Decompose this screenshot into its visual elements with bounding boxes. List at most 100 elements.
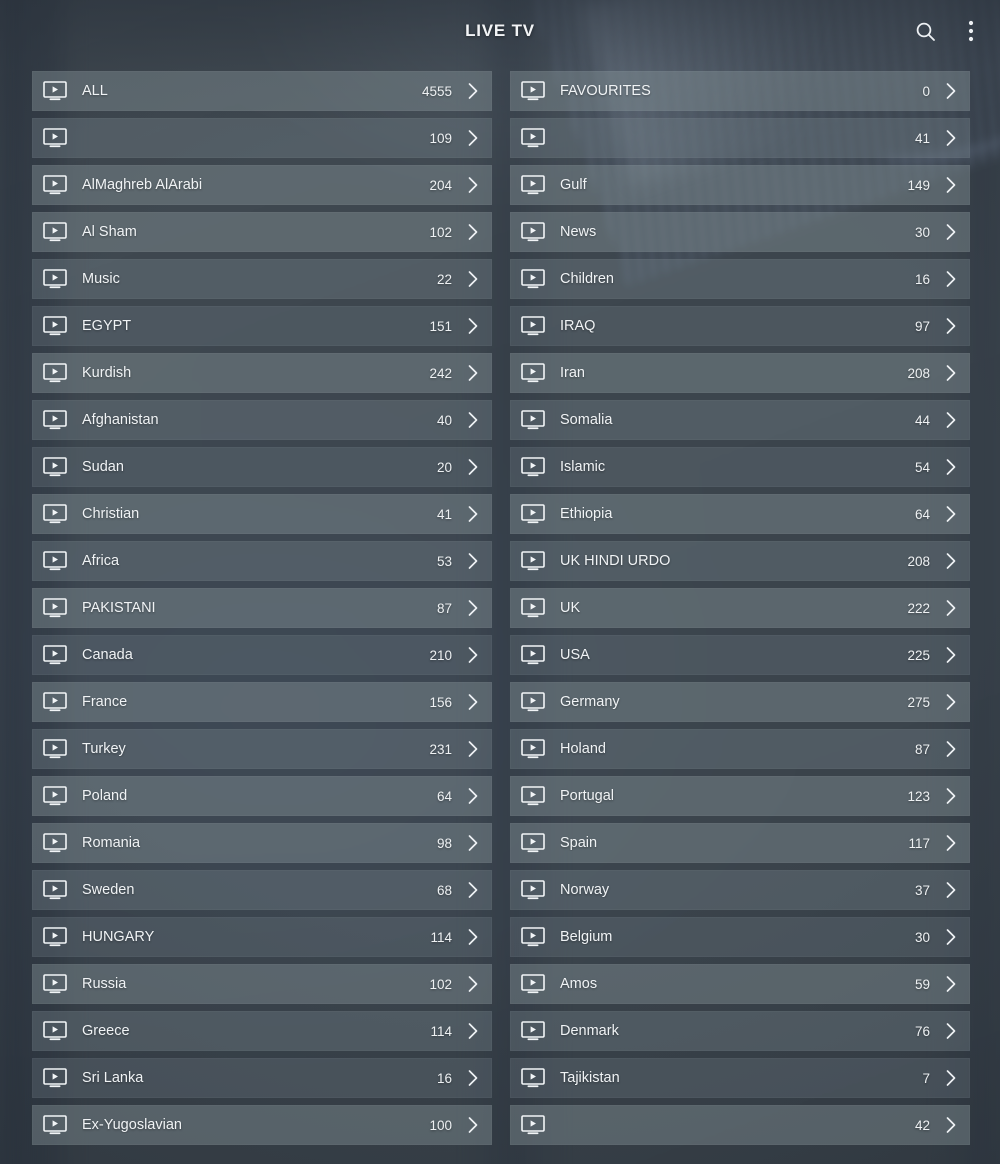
chevron-right-icon[interactable] xyxy=(944,787,958,805)
chevron-right-icon[interactable] xyxy=(466,646,480,664)
category-row[interactable]: Greece 114 xyxy=(32,1011,492,1051)
chevron-right-icon[interactable] xyxy=(944,505,958,523)
chevron-right-icon[interactable] xyxy=(944,834,958,852)
chevron-right-icon[interactable] xyxy=(466,1069,480,1087)
chevron-right-icon[interactable] xyxy=(466,270,480,288)
chevron-right-icon[interactable] xyxy=(944,458,958,476)
chevron-right-icon[interactable] xyxy=(466,693,480,711)
category-row[interactable]: Holand 87 xyxy=(510,729,970,769)
category-row[interactable]: 109 xyxy=(32,118,492,158)
search-button[interactable] xyxy=(910,16,940,46)
chevron-right-icon[interactable] xyxy=(466,176,480,194)
category-row[interactable]: Al Sham 102 xyxy=(32,212,492,252)
category-row[interactable]: Sri Lanka 16 xyxy=(32,1058,492,1098)
category-count: 44 xyxy=(914,412,930,428)
chevron-right-icon[interactable] xyxy=(466,740,480,758)
chevron-right-icon[interactable] xyxy=(466,834,480,852)
category-count: 30 xyxy=(914,929,930,945)
chevron-right-icon[interactable] xyxy=(944,82,958,100)
category-row[interactable]: Canada 210 xyxy=(32,635,492,675)
category-row[interactable]: Sudan 20 xyxy=(32,447,492,487)
category-count: 16 xyxy=(436,1070,452,1086)
category-row[interactable]: Germany 275 xyxy=(510,682,970,722)
chevron-right-icon[interactable] xyxy=(466,1022,480,1040)
category-row[interactable]: Iran 208 xyxy=(510,353,970,393)
category-row[interactable]: Tajikistan 7 xyxy=(510,1058,970,1098)
chevron-right-icon[interactable] xyxy=(466,82,480,100)
category-row[interactable]: Amos 59 xyxy=(510,964,970,1004)
category-row[interactable]: Kurdish 242 xyxy=(32,353,492,393)
category-row[interactable]: Portugal 123 xyxy=(510,776,970,816)
category-row[interactable]: Ethiopia 64 xyxy=(510,494,970,534)
chevron-right-icon[interactable] xyxy=(466,881,480,899)
chevron-right-icon[interactable] xyxy=(944,646,958,664)
chevron-right-icon[interactable] xyxy=(466,928,480,946)
category-row[interactable]: 41 xyxy=(510,118,970,158)
chevron-right-icon[interactable] xyxy=(944,599,958,617)
chevron-right-icon[interactable] xyxy=(466,1116,480,1134)
category-row[interactable]: PAKISTANI 87 xyxy=(32,588,492,628)
chevron-right-icon[interactable] xyxy=(466,364,480,382)
chevron-right-icon[interactable] xyxy=(944,881,958,899)
category-label: Norway xyxy=(560,882,610,898)
chevron-right-icon[interactable] xyxy=(944,223,958,241)
category-row[interactable]: Gulf 149 xyxy=(510,165,970,205)
category-row[interactable]: Afghanistan 40 xyxy=(32,400,492,440)
chevron-right-icon[interactable] xyxy=(466,505,480,523)
category-row[interactable]: Poland 64 xyxy=(32,776,492,816)
category-row[interactable]: FAVOURITES 0 xyxy=(510,71,970,111)
category-row[interactable]: UK HINDI URDO 208 xyxy=(510,541,970,581)
chevron-right-icon[interactable] xyxy=(466,223,480,241)
category-row[interactable]: AlMaghreb AlArabi 204 xyxy=(32,165,492,205)
chevron-right-icon[interactable] xyxy=(466,129,480,147)
chevron-right-icon[interactable] xyxy=(944,1116,958,1134)
chevron-right-icon[interactable] xyxy=(466,599,480,617)
category-row[interactable]: Belgium 30 xyxy=(510,917,970,957)
chevron-right-icon[interactable] xyxy=(466,317,480,335)
overflow-menu-button[interactable] xyxy=(956,16,986,46)
chevron-right-icon[interactable] xyxy=(944,411,958,429)
category-label: Music xyxy=(82,271,120,287)
category-row[interactable]: ALL 4555 xyxy=(32,71,492,111)
category-row[interactable]: IRAQ 97 xyxy=(510,306,970,346)
category-row[interactable]: France 156 xyxy=(32,682,492,722)
category-row[interactable]: Spain 117 xyxy=(510,823,970,863)
chevron-right-icon[interactable] xyxy=(944,928,958,946)
category-row[interactable]: Music 22 xyxy=(32,259,492,299)
chevron-right-icon[interactable] xyxy=(944,176,958,194)
category-row[interactable]: Africa 53 xyxy=(32,541,492,581)
category-row[interactable]: Ex-Yugoslavian 100 xyxy=(32,1105,492,1145)
chevron-right-icon[interactable] xyxy=(466,458,480,476)
chevron-right-icon[interactable] xyxy=(944,740,958,758)
chevron-right-icon[interactable] xyxy=(466,552,480,570)
category-row[interactable]: Romania 98 xyxy=(32,823,492,863)
chevron-right-icon[interactable] xyxy=(944,129,958,147)
chevron-right-icon[interactable] xyxy=(466,411,480,429)
chevron-right-icon[interactable] xyxy=(466,975,480,993)
category-row[interactable]: Sweden 68 xyxy=(32,870,492,910)
category-row[interactable]: UK 222 xyxy=(510,588,970,628)
category-row[interactable]: HUNGARY 114 xyxy=(32,917,492,957)
category-row[interactable]: Children 16 xyxy=(510,259,970,299)
chevron-right-icon[interactable] xyxy=(944,975,958,993)
category-row[interactable]: Somalia 44 xyxy=(510,400,970,440)
category-row[interactable]: Russia 102 xyxy=(32,964,492,1004)
tv-play-icon xyxy=(520,362,546,384)
chevron-right-icon[interactable] xyxy=(944,552,958,570)
category-row[interactable]: Turkey 231 xyxy=(32,729,492,769)
category-row[interactable]: Denmark 76 xyxy=(510,1011,970,1051)
chevron-right-icon[interactable] xyxy=(944,317,958,335)
category-row[interactable]: USA 225 xyxy=(510,635,970,675)
category-row[interactable]: Islamic 54 xyxy=(510,447,970,487)
category-row[interactable]: News 30 xyxy=(510,212,970,252)
category-row[interactable]: EGYPT 151 xyxy=(32,306,492,346)
chevron-right-icon[interactable] xyxy=(466,787,480,805)
chevron-right-icon[interactable] xyxy=(944,364,958,382)
category-row[interactable]: Norway 37 xyxy=(510,870,970,910)
chevron-right-icon[interactable] xyxy=(944,270,958,288)
chevron-right-icon[interactable] xyxy=(944,1069,958,1087)
chevron-right-icon[interactable] xyxy=(944,1022,958,1040)
category-row[interactable]: Christian 41 xyxy=(32,494,492,534)
chevron-right-icon[interactable] xyxy=(944,693,958,711)
category-row[interactable]: 42 xyxy=(510,1105,970,1145)
